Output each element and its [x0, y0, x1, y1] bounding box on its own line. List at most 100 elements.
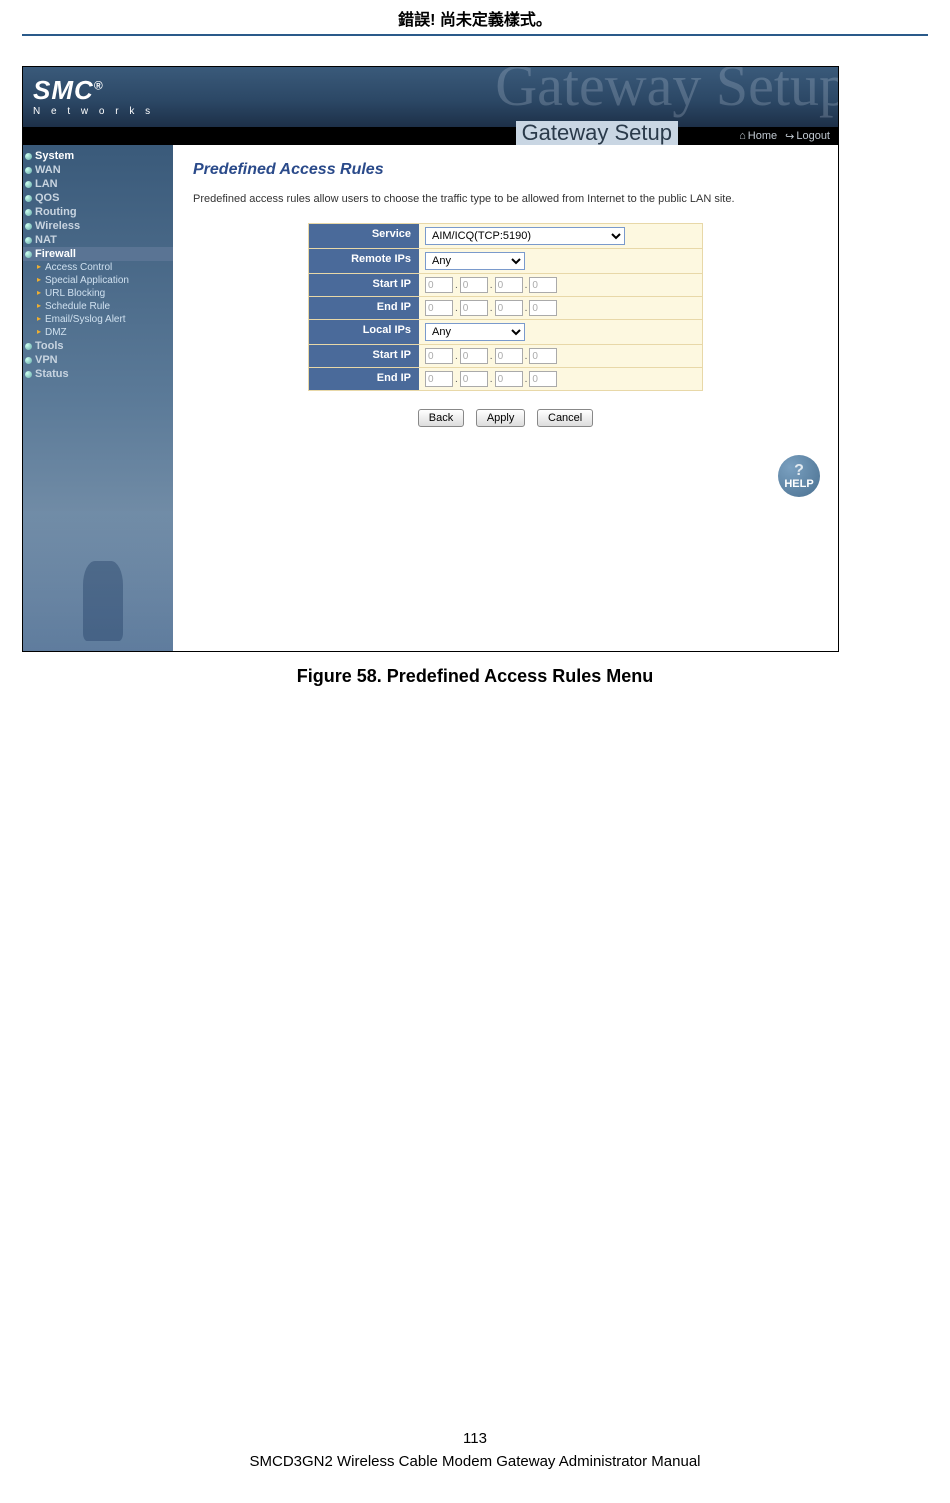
brand-subtext: N e t w o r k s: [33, 106, 154, 117]
page-footer: 113 SMCD3GN2 Wireless Cable Modem Gatewa…: [0, 1428, 950, 1473]
home-label: Home: [748, 130, 777, 142]
field-label: Service: [309, 224, 419, 248]
ip-octet-input[interactable]: [529, 371, 557, 387]
ip-dot: .: [455, 280, 458, 291]
ip-dot: .: [490, 351, 493, 362]
sidebar-item-vpn[interactable]: VPN: [23, 353, 173, 367]
help-label: HELP: [784, 479, 813, 490]
gateway-setup-label: Gateway Setup: [516, 121, 678, 147]
ip-octet-input[interactable]: [495, 348, 523, 364]
ip-octet-input[interactable]: [529, 348, 557, 364]
ip-octet-input[interactable]: [460, 371, 488, 387]
sidebar-item-nat[interactable]: NAT: [23, 233, 173, 247]
ip-octet-input[interactable]: [460, 277, 488, 293]
ip-dot: .: [525, 303, 528, 314]
ip-dot: .: [525, 351, 528, 362]
form-row: Start IP...: [309, 274, 702, 297]
sidebar-item-wan[interactable]: WAN: [23, 163, 173, 177]
form-row: Remote IPs Any: [309, 249, 702, 274]
home-link[interactable]: ⌂Home: [739, 130, 777, 142]
field-label: Local IPs: [309, 320, 419, 344]
form-row: End IP...: [309, 297, 702, 320]
form-row: Local IPs Any: [309, 320, 702, 345]
field-cell: ...: [419, 274, 702, 296]
apply-button[interactable]: Apply: [476, 409, 526, 427]
logout-icon: ↪: [785, 130, 794, 143]
ip-dot: .: [455, 351, 458, 362]
sidebar-item-url-blocking[interactable]: URL Blocking: [23, 287, 173, 300]
ip-octet-input[interactable]: [529, 300, 557, 316]
sidebar-item-dmz[interactable]: DMZ: [23, 326, 173, 339]
ip-octet-input[interactable]: [529, 277, 557, 293]
bg-watermark-title: Gateway Setup: [495, 66, 839, 119]
topbar-links: ⌂Home ↪Logout: [731, 127, 838, 145]
service-select[interactable]: AIM/ICQ(TCP:5190): [425, 227, 625, 245]
local-ips-select[interactable]: Any: [425, 323, 525, 341]
brand-registered: ®: [94, 78, 104, 92]
sidebar-item-tools[interactable]: Tools: [23, 339, 173, 353]
help-question-icon: ?: [794, 463, 804, 479]
form-row: Start IP...: [309, 345, 702, 368]
cancel-button[interactable]: Cancel: [537, 409, 593, 427]
form-row: End IP...: [309, 368, 702, 390]
sidebar-item-lan[interactable]: LAN: [23, 177, 173, 191]
logout-link[interactable]: ↪Logout: [785, 130, 830, 143]
field-cell: Any: [419, 320, 702, 344]
back-button[interactable]: Back: [418, 409, 464, 427]
sidebar-item-wireless[interactable]: Wireless: [23, 219, 173, 233]
ip-octet-input[interactable]: [495, 300, 523, 316]
sidebar-item-access-control[interactable]: Access Control: [23, 261, 173, 274]
field-cell: ...: [419, 297, 702, 319]
sidebar-item-status[interactable]: Status: [23, 367, 173, 381]
ip-octet-input[interactable]: [425, 348, 453, 364]
ip-dot: .: [490, 374, 493, 385]
button-row: Back Apply Cancel: [193, 409, 818, 427]
ip-dot: .: [490, 280, 493, 291]
router-screenshot: Gateway Setup SMC® N e t w o r k s Gatew…: [22, 66, 839, 652]
field-label: End IP: [309, 297, 419, 319]
ip-octet-input[interactable]: [495, 277, 523, 293]
page-header-error: 錯誤! 尚未定義樣式。: [0, 0, 950, 34]
home-icon: ⌂: [739, 130, 746, 142]
page-description: Predefined access rules allow users to c…: [193, 193, 818, 205]
sidebar-item-routing[interactable]: Routing: [23, 205, 173, 219]
ip-dot: .: [525, 374, 528, 385]
remote-ips-select[interactable]: Any: [425, 252, 525, 270]
field-label: Start IP: [309, 345, 419, 367]
ip-octet-input[interactable]: [460, 348, 488, 364]
screenshot-topbar: Gateway Setup SMC® N e t w o r k s: [23, 67, 838, 127]
field-cell: ...: [419, 368, 702, 390]
ip-dot: .: [490, 303, 493, 314]
sidebar-item-system[interactable]: System: [23, 149, 173, 163]
ip-octet-input[interactable]: [495, 371, 523, 387]
footer-manual-title: SMCD3GN2 Wireless Cable Modem Gateway Ad…: [0, 1451, 950, 1474]
field-cell: ...: [419, 345, 702, 367]
page-number: 113: [0, 1428, 950, 1451]
figure-caption: Figure 58. Predefined Access Rules Menu: [0, 666, 950, 687]
brand-logo: SMC® N e t w o r k s: [33, 75, 154, 117]
sidebar-image: [23, 511, 173, 651]
sidebar-item-email-syslog-alert[interactable]: Email/Syslog Alert: [23, 313, 173, 326]
ip-octet-input[interactable]: [460, 300, 488, 316]
access-rules-form: Service AIM/ICQ(TCP:5190) Remote IPs Any Sta…: [308, 223, 703, 391]
ip-octet-input[interactable]: [425, 371, 453, 387]
logout-label: Logout: [796, 130, 830, 142]
field-label: Remote IPs: [309, 249, 419, 273]
field-label: End IP: [309, 368, 419, 390]
brand-text: SMC: [33, 75, 94, 105]
page-title: Predefined Access Rules: [193, 161, 818, 179]
field-cell: AIM/ICQ(TCP:5190): [419, 224, 702, 248]
sidebar: SystemWANLANQOSRoutingWirelessNATFirewal…: [23, 145, 173, 651]
sidebar-item-qos[interactable]: QOS: [23, 191, 173, 205]
main-panel: Predefined Access Rules Predefined acces…: [173, 145, 838, 651]
help-button[interactable]: ? HELP: [778, 455, 820, 497]
ip-dot: .: [455, 374, 458, 385]
sidebar-item-schedule-rule[interactable]: Schedule Rule: [23, 300, 173, 313]
page-divider: [22, 34, 928, 36]
screenshot-blackbar: Gateway Setup ⌂Home ↪Logout: [23, 127, 838, 145]
ip-octet-input[interactable]: [425, 277, 453, 293]
sidebar-item-special-application[interactable]: Special Application: [23, 274, 173, 287]
ip-dot: .: [455, 303, 458, 314]
sidebar-item-firewall[interactable]: Firewall: [23, 247, 173, 261]
ip-octet-input[interactable]: [425, 300, 453, 316]
